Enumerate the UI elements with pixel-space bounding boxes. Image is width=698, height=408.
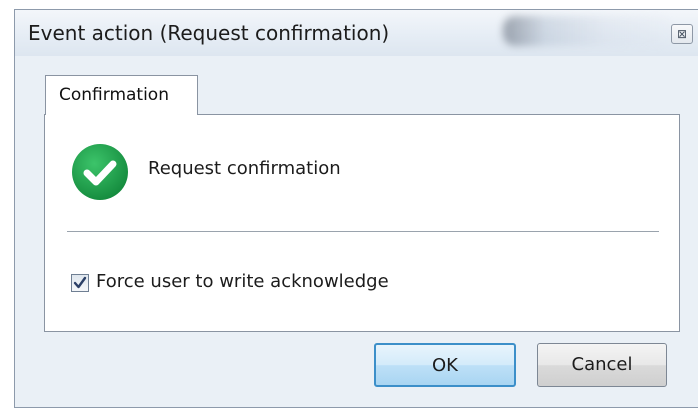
cancel-button[interactable]: Cancel [537, 343, 667, 387]
separator [67, 231, 659, 233]
dialog-window: Event action (Request confirmation) ⊠ Co… [14, 9, 698, 408]
request-confirmation-label: Request confirmation [148, 158, 341, 179]
close-icon: ⊠ [676, 27, 688, 41]
force-acknowledge-checkbox[interactable] [71, 274, 89, 292]
close-button[interactable]: ⊠ [671, 24, 693, 44]
success-check-icon [72, 144, 128, 200]
blurred-background-region [503, 16, 673, 46]
tab-panel-confirmation: Request confirmation Force user to write… [44, 114, 680, 332]
checkmark-icon [73, 276, 87, 289]
tab-confirmation[interactable]: Confirmation [45, 75, 198, 115]
window-title: Event action (Request confirmation) [28, 21, 390, 45]
force-acknowledge-label[interactable]: Force user to write acknowledge [96, 271, 389, 292]
ok-button[interactable]: OK [374, 343, 516, 387]
title-bar[interactable]: Event action (Request confirmation) ⊠ [15, 10, 698, 56]
tab-label: Confirmation [59, 85, 169, 105]
